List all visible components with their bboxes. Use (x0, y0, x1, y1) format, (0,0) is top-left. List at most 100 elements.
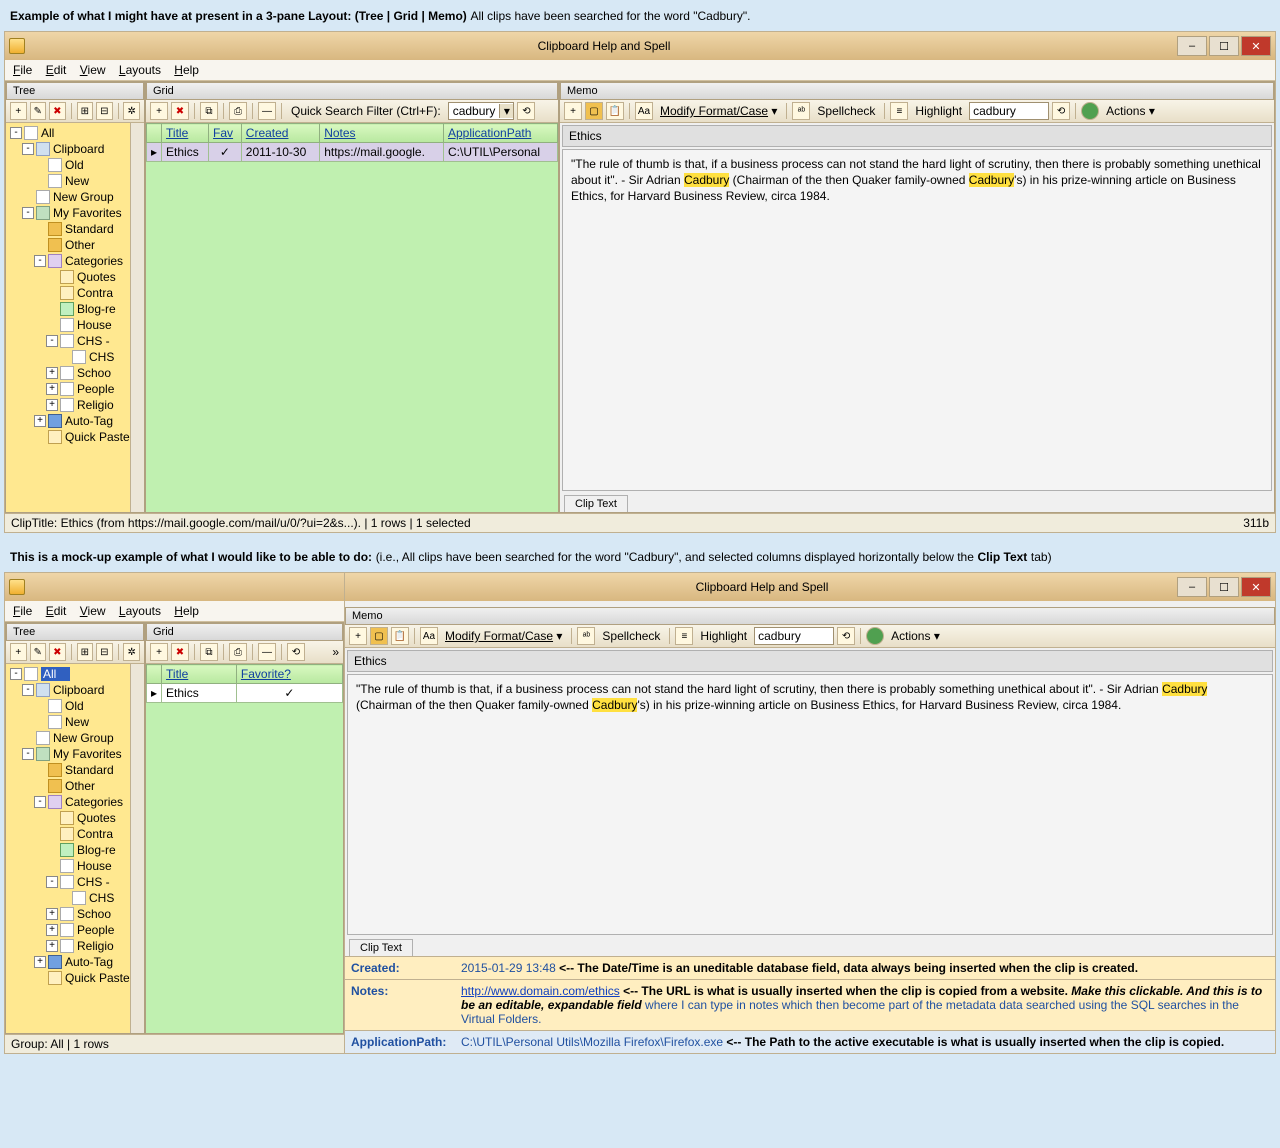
tree-node[interactable]: Old (10, 157, 144, 173)
menu-edit[interactable]: Edit (46, 63, 67, 77)
tree-node[interactable]: Contra (10, 285, 144, 301)
clip-text-tab[interactable]: Clip Text (564, 495, 628, 512)
modify-format-label[interactable]: Modify Format/Case ▾ (441, 629, 566, 643)
highlight-input[interactable] (969, 102, 1049, 120)
tree-node[interactable]: New Group (10, 730, 144, 746)
tree-node[interactable]: +Religio (10, 397, 144, 413)
expand-toggle-icon[interactable]: - (10, 127, 22, 139)
tree-node[interactable]: House (10, 858, 144, 874)
tree-node[interactable]: Other (10, 237, 144, 253)
titlebar-3[interactable]: Clipboard Help and Spell – ☐ ✕ (345, 573, 1275, 601)
expand-toggle-icon[interactable]: + (46, 367, 58, 379)
tree-settings-icon[interactable]: ✲ (123, 643, 140, 661)
grid-header-row[interactable]: Title Fav Created Notes ApplicationPath (147, 124, 558, 143)
tree-expand-icon[interactable]: ⊞ (77, 102, 94, 120)
menu-help[interactable]: Help (174, 63, 199, 77)
tree-body[interactable]: -All-ClipboardOldNewNew Group-My Favorit… (6, 123, 144, 512)
menu-file[interactable]: File (13, 604, 32, 618)
expand-toggle-icon[interactable]: - (46, 335, 58, 347)
expand-toggle-icon[interactable]: + (46, 908, 58, 920)
expand-toggle-icon[interactable]: - (22, 684, 34, 696)
spell-icon[interactable]: ᵃᵇ (792, 102, 810, 120)
tree-node[interactable]: CHS (10, 349, 144, 365)
actions-menu[interactable]: Actions ▾ (887, 629, 944, 643)
grid-copy-icon[interactable]: ⧉ (200, 102, 218, 120)
tree-settings-icon[interactable]: ✲ (123, 102, 140, 120)
notes-url-link[interactable]: http://www.domain.com/ethics (461, 984, 620, 998)
memo-paste-icon[interactable]: 📋 (606, 102, 624, 120)
highlight-input[interactable] (754, 627, 834, 645)
spellcheck-label[interactable]: Spellcheck (813, 104, 879, 118)
grid-clear-icon[interactable]: ⟲ (517, 102, 535, 120)
tree-node[interactable]: -Clipboard (10, 141, 144, 157)
grid-delete-icon[interactable]: ✖ (171, 102, 189, 120)
close-button[interactable]: ✕ (1241, 36, 1271, 56)
tree-body-2[interactable]: -All-ClipboardOldNewNew Group-My Favorit… (6, 664, 144, 1033)
maximize-button[interactable]: ☐ (1209, 577, 1239, 597)
tree-edit-icon[interactable]: ✎ (30, 102, 47, 120)
tree-new-icon[interactable]: + (10, 102, 27, 120)
tree-node[interactable]: Standard (10, 221, 144, 237)
spell-icon[interactable]: ᵃᵇ (577, 627, 595, 645)
tree-collapse-icon[interactable]: ⊟ (96, 643, 113, 661)
tree-node[interactable]: CHS (10, 890, 144, 906)
expand-toggle-icon[interactable]: + (46, 940, 58, 952)
tree-node[interactable]: Other (10, 778, 144, 794)
menu-view[interactable]: View (80, 63, 106, 77)
tree-node[interactable]: New (10, 714, 144, 730)
spellcheck-label[interactable]: Spellcheck (598, 629, 664, 643)
grid-new-icon[interactable]: + (150, 102, 168, 120)
tree-node[interactable]: -CHS - (10, 333, 144, 349)
chevron-down-icon[interactable]: ▾ (499, 104, 513, 118)
grid-body-2[interactable]: Title Favorite? ▸ Ethics ✓ (146, 664, 343, 1033)
tree-scrollbar[interactable] (130, 664, 144, 1033)
grid-row[interactable]: ▸ Ethics ✓ 2011-10-30 https://mail.googl… (147, 143, 558, 162)
expand-toggle-icon[interactable]: - (22, 143, 34, 155)
highlight-clear-icon[interactable]: ⟲ (837, 627, 855, 645)
memo-open-icon[interactable]: ▢ (585, 102, 603, 120)
tree-expand-icon[interactable]: ⊞ (77, 643, 94, 661)
tree-new-icon[interactable]: + (10, 643, 27, 661)
overflow-icon[interactable]: » (332, 645, 339, 659)
menu-layouts[interactable]: Layouts (119, 604, 161, 618)
tree-node[interactable]: Quick Paste (10, 970, 144, 986)
format-icon[interactable]: Aa (635, 102, 653, 120)
expand-toggle-icon[interactable]: - (46, 876, 58, 888)
tree-node[interactable]: Quotes (10, 269, 144, 285)
memo-new-icon[interactable]: + (349, 627, 367, 645)
expand-toggle-icon[interactable]: - (22, 748, 34, 760)
tree-node[interactable]: Blog-re (10, 301, 144, 317)
grid-clear-icon[interactable]: ⟲ (287, 643, 305, 661)
tree-node[interactable]: -Categories (10, 794, 144, 810)
expand-toggle-icon[interactable]: + (46, 924, 58, 936)
tree-node[interactable]: -CHS - (10, 874, 144, 890)
menu-edit[interactable]: Edit (46, 604, 67, 618)
highlight-clear-icon[interactable]: ⟲ (1052, 102, 1070, 120)
expand-toggle-icon[interactable]: + (34, 956, 46, 968)
clip-text-tab-2[interactable]: Clip Text (349, 939, 413, 956)
tree-node[interactable]: +Schoo (10, 906, 144, 922)
tree-scrollbar[interactable] (130, 123, 144, 512)
detail-notes[interactable]: Notes: http://www.domain.com/ethics <-- … (345, 979, 1275, 1030)
tree-node[interactable]: Quick Paste (10, 429, 144, 445)
tree-node[interactable]: -Categories (10, 253, 144, 269)
tree-node[interactable]: +Auto-Tag (10, 413, 144, 429)
grid-new-icon[interactable]: + (150, 643, 168, 661)
grid-print-icon[interactable]: ⎙ (229, 102, 247, 120)
maximize-button[interactable]: ☐ (1209, 36, 1239, 56)
grid-minus-icon[interactable]: — (258, 102, 276, 120)
tree-node[interactable]: +People (10, 922, 144, 938)
tree-node[interactable]: +Auto-Tag (10, 954, 144, 970)
expand-toggle-icon[interactable]: + (34, 415, 46, 427)
expand-toggle-icon[interactable]: - (34, 796, 46, 808)
modify-format-label[interactable]: Modify Format/Case ▾ (656, 104, 781, 118)
tree-node[interactable]: Quotes (10, 810, 144, 826)
tree-node[interactable]: +People (10, 381, 144, 397)
expand-toggle-icon[interactable]: + (46, 383, 58, 395)
tree-node[interactable]: +Schoo (10, 365, 144, 381)
quick-search-input[interactable]: cadbury▾ (448, 102, 515, 120)
actions-icon[interactable] (1081, 102, 1099, 120)
memo-text[interactable]: "The rule of thumb is that, if a busines… (562, 149, 1272, 491)
tree-delete-icon[interactable]: ✖ (49, 643, 66, 661)
menu-layouts[interactable]: Layouts (119, 63, 161, 77)
